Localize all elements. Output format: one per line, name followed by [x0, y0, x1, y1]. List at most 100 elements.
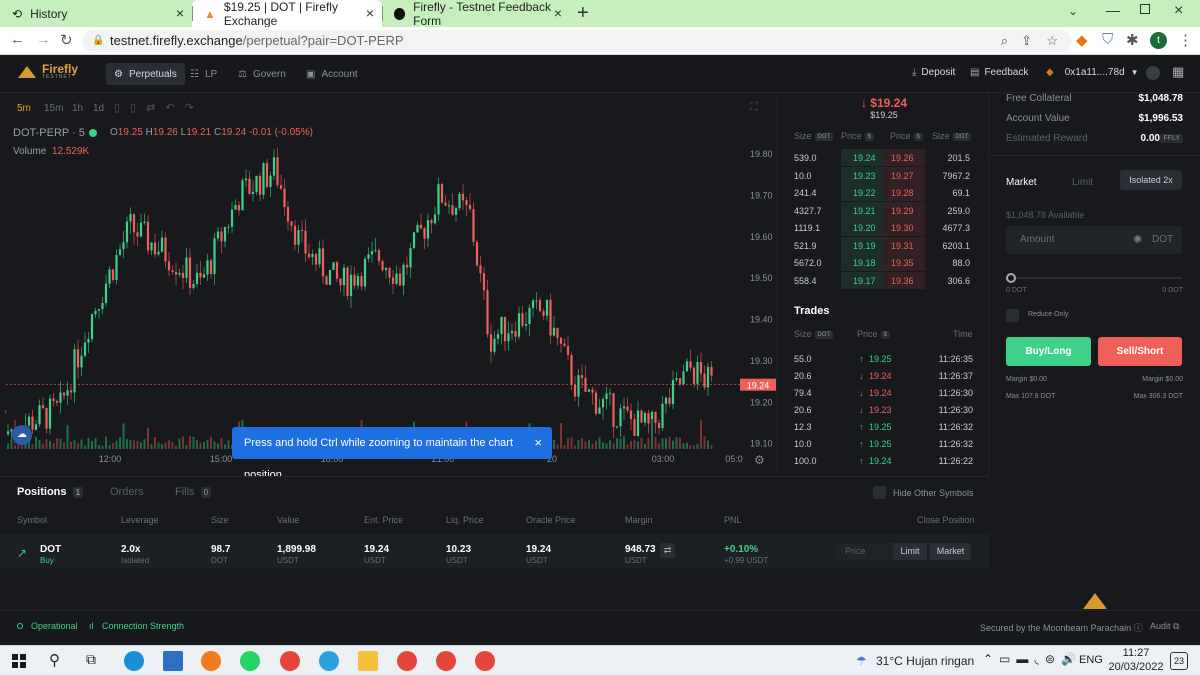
orderbook-row[interactable]: 539.0 19.24 19.26 201.5: [779, 149, 989, 166]
wallet-dropdown[interactable]: ◆ 0x1a11....78d ▼: [1046, 67, 1139, 78]
volume-bar: [175, 445, 177, 449]
system-tray-icons[interactable]: ⌃▭▬◟⊜🔊: [983, 652, 1082, 666]
nav-govern[interactable]: ⚖ Govern: [230, 63, 294, 85]
volume-bar: [668, 436, 671, 449]
notifications-icon[interactable]: 23: [1170, 652, 1188, 670]
col-symbol: Symbol: [17, 515, 48, 525]
pos-value-unit: USDT: [277, 556, 299, 565]
new-tab-button[interactable]: +: [577, 2, 589, 25]
chrome-profile-3-icon[interactable]: [436, 651, 456, 671]
mail-icon[interactable]: [163, 651, 183, 671]
close-limit-button[interactable]: Limit: [893, 543, 927, 560]
grid-menu-icon[interactable]: ▦: [1172, 64, 1184, 80]
amount-input[interactable]: Amount ✺ DOT: [1006, 226, 1182, 254]
tab-orders[interactable]: Orders: [110, 486, 144, 498]
close-tab-icon[interactable]: ×: [176, 5, 184, 21]
candle-body: [325, 276, 328, 285]
pos-liq-unit: USDT: [446, 556, 468, 565]
ask-price: 19.28: [891, 188, 914, 198]
chrome-profile-4-icon[interactable]: [475, 651, 495, 671]
chrome-profile-2-icon[interactable]: [397, 651, 417, 671]
volume-bar: [612, 443, 615, 449]
metamask-extension-icon[interactable]: ◆: [1076, 31, 1088, 49]
telegram-icon[interactable]: [319, 651, 339, 671]
deposit-button[interactable]: ⤓ Deposit: [912, 67, 955, 78]
adjust-margin-icon[interactable]: ⇄: [660, 543, 675, 558]
close-icon[interactable]: ×: [534, 427, 542, 459]
leverage-selector[interactable]: Isolated 2x: [1120, 170, 1182, 190]
tab-positions[interactable]: Positions 1: [17, 486, 84, 498]
file-explorer-icon[interactable]: [358, 651, 378, 671]
bookmark-star-icon[interactable]: ☆: [1046, 30, 1058, 52]
firefly-logo[interactable]: Firefly TESTNET: [18, 63, 78, 80]
orderbook-row[interactable]: 1119.1 19.20 19.30 4677.3: [779, 219, 989, 236]
tab-fills[interactable]: Fills 0: [175, 486, 212, 498]
chart-settings-icon[interactable]: ⚙: [754, 453, 765, 467]
sell-short-button[interactable]: Sell/Short: [1098, 337, 1182, 366]
reduce-only-checkbox[interactable]: [1006, 309, 1019, 322]
search-icon[interactable]: ⚲: [49, 651, 60, 669]
nav-perpetuals[interactable]: ⚙ Perpetuals: [106, 63, 185, 85]
price-chart-panel[interactable]: 5m 15m 1h 1d ▯▯⇄↶↷ ⛶ DOT-PERP · 5 O19.25…: [0, 93, 778, 481]
orderbook-row[interactable]: 558.4 19.17 19.36 306.6: [779, 271, 989, 289]
volume-bar: [689, 444, 692, 449]
edge-icon[interactable]: [124, 651, 144, 671]
scroll-left-icon[interactable]: ›: [4, 406, 7, 416]
url-input[interactable]: 🔒 testnet.firefly.exchange/perpetual?pai…: [82, 30, 1072, 52]
clock-time[interactable]: 11:27: [1114, 647, 1158, 659]
share-icon[interactable]: ⇪: [1021, 30, 1032, 52]
zoom-icon[interactable]: ⌕: [1001, 30, 1008, 52]
menu-dots-icon[interactable]: ⋮: [1178, 31, 1193, 49]
orderbook-row[interactable]: 10.0 19.23 19.27 7967.2: [779, 166, 989, 184]
orderbook-row[interactable]: 4327.7 19.21 19.29 259.0: [779, 201, 989, 219]
candle-body: [167, 261, 171, 271]
candle-body: [69, 390, 73, 393]
firefox-icon[interactable]: [201, 651, 221, 671]
close-market-button[interactable]: Market: [930, 543, 971, 560]
close-price-input[interactable]: Price: [835, 543, 893, 560]
candle-body: [111, 269, 115, 280]
hide-other-symbols-checkbox[interactable]: [873, 486, 886, 499]
close-tab-icon[interactable]: ×: [366, 5, 374, 21]
whatsapp-icon[interactable]: [240, 651, 260, 671]
forward-icon[interactable]: →: [36, 31, 51, 48]
candle-body: [199, 272, 202, 278]
tab-market[interactable]: Market: [1006, 177, 1037, 188]
chrome-icon[interactable]: [280, 651, 300, 671]
buy-long-button[interactable]: Buy/Long: [1006, 337, 1091, 366]
feedback-button[interactable]: ▤ Feedback: [970, 67, 1028, 78]
amount-slider-track[interactable]: [1010, 277, 1182, 279]
tab-feedback-form[interactable]: Firefly - Testnet Feedback Form ×: [382, 0, 570, 28]
close-tab-icon[interactable]: ×: [554, 5, 562, 21]
task-view-icon[interactable]: ⧉: [86, 651, 96, 668]
tab-exchange[interactable]: ▲ $19.25 | DOT | Firefly Exchange ×: [192, 0, 382, 28]
extensions-puzzle-icon[interactable]: ✱: [1126, 31, 1139, 49]
weather-text[interactable]: 31°C Hujan ringan: [876, 654, 974, 668]
windows-start-icon[interactable]: [12, 654, 26, 668]
nav-account[interactable]: ▣ Account: [298, 63, 366, 85]
settings-icon[interactable]: [1146, 66, 1160, 80]
shield-extension-icon[interactable]: ⛉: [1102, 31, 1113, 48]
col-entry-price: Ent. Price: [364, 515, 404, 525]
orderbook-row[interactable]: 241.4 19.22 19.28 69.1: [779, 184, 989, 201]
candlestick-chart[interactable]: 19.80 19.70 19.60 19.50 19.40 19.30 19.20 19.10…: [0, 93, 778, 475]
profile-avatar[interactable]: t: [1150, 32, 1167, 49]
amount-slider-handle[interactable]: [1006, 273, 1016, 283]
back-icon[interactable]: ←: [10, 31, 25, 48]
language-indicator[interactable]: ENG: [1079, 654, 1103, 666]
nav-lp[interactable]: ☷ LP: [182, 63, 225, 85]
volume-bar: [598, 437, 601, 449]
col-liq-price: Liq. Price: [446, 515, 484, 525]
tab-limit[interactable]: Limit: [1072, 177, 1093, 188]
minimize-button[interactable]: —: [1106, 2, 1120, 18]
audit-link[interactable]: Audit ⧉: [1150, 621, 1179, 632]
orderbook-row[interactable]: 5672.0 19.18 19.35 88.0: [779, 254, 989, 271]
maximize-button[interactable]: [1140, 4, 1150, 14]
tradingview-logo-icon[interactable]: ☁: [12, 425, 32, 445]
tab-search-icon[interactable]: ⌄: [1068, 4, 1078, 18]
tab-history[interactable]: ⟲ History ×: [0, 0, 192, 27]
close-window-button[interactable]: ×: [1174, 2, 1183, 20]
orderbook-row[interactable]: 521.9 19.19 19.31 6203.1: [779, 236, 989, 254]
reload-icon[interactable]: ↻: [60, 31, 73, 49]
clock-date[interactable]: 20/03/2022: [1106, 661, 1166, 673]
